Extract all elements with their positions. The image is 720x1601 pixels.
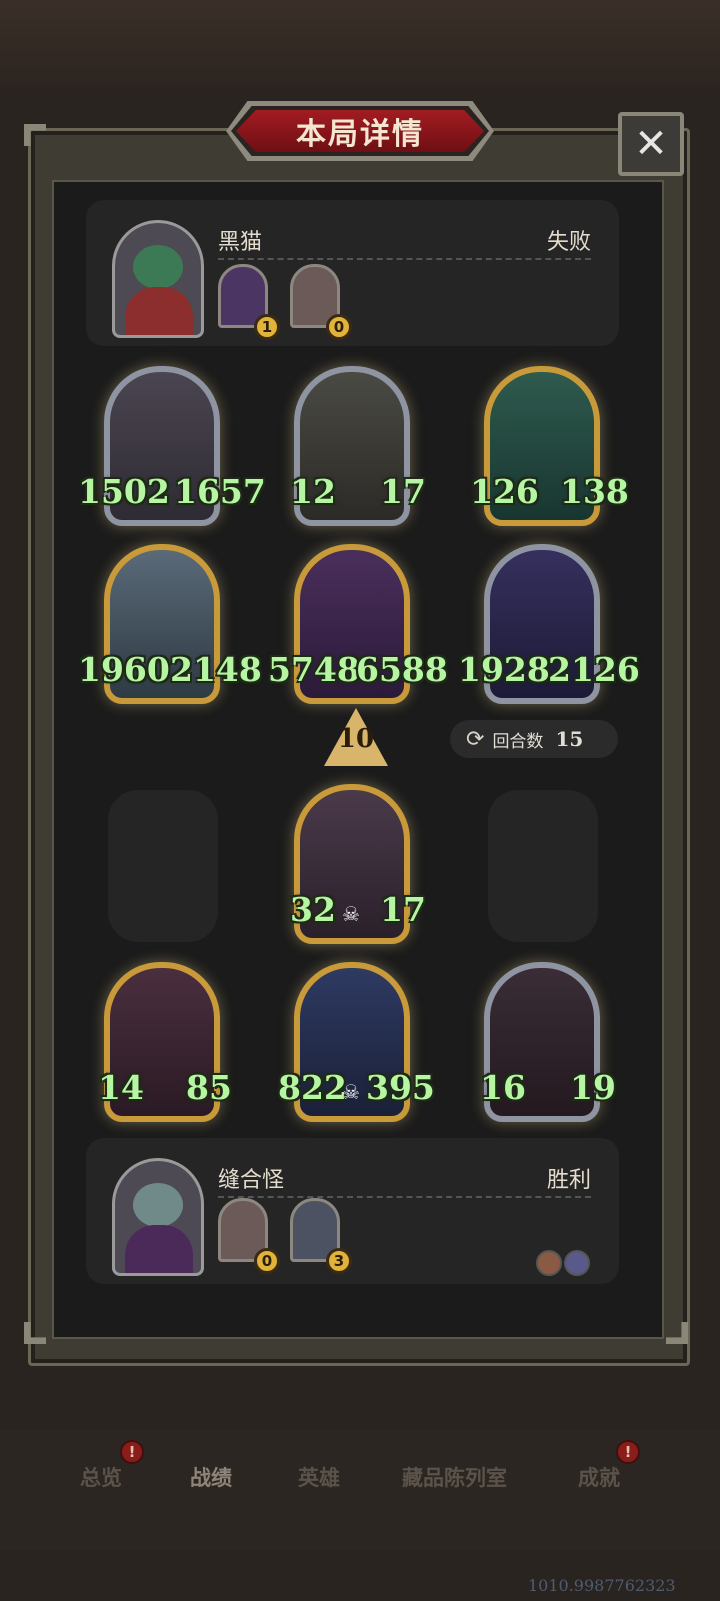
title-banner: 本局详情 [226, 101, 494, 161]
top-background [0, 0, 720, 90]
item-count-badge: 1 [254, 314, 280, 340]
minion-health: 85 [186, 1068, 232, 1107]
minion-health: 17 [380, 472, 426, 511]
item-count-badge: 3 [326, 1248, 352, 1274]
minion-attack: 126 [470, 472, 539, 511]
nav-achievements[interactable]: 成就 [578, 1462, 620, 1492]
fist-token-icon [564, 1250, 590, 1276]
minion-health: 395 [366, 1068, 435, 1107]
minion-health: 138 [560, 472, 629, 511]
item-count-badge: 0 [326, 314, 352, 340]
divider [218, 1196, 591, 1198]
page-title: 本局详情 [236, 110, 484, 152]
minion-health: 2148 [170, 650, 262, 689]
minion-health: 6588 [356, 650, 448, 689]
minion-attack: 12 [290, 472, 336, 511]
player-name: 缝合怪 [218, 1168, 285, 1193]
nav-overview[interactable]: 总览 [80, 1462, 122, 1492]
minion-attack: 1502 [78, 472, 170, 511]
player-result: 胜利 [546, 1168, 591, 1193]
minion-attack: 32 [290, 890, 336, 929]
user-id: 1010.9987762323 [528, 1576, 676, 1595]
divider [218, 258, 591, 260]
alert-badge: ! [616, 1440, 640, 1464]
minion-attack: 822 [278, 1068, 347, 1107]
item-count-badge: 0 [254, 1248, 280, 1274]
tavern-level-value: 10 [337, 724, 375, 754]
minion-attack: 1928 [458, 650, 550, 689]
skull-icon: ☠ [342, 902, 360, 926]
opponent-name: 黑猫 [218, 230, 263, 255]
cycle-icon: ⟳ [466, 726, 485, 752]
nav-heroes[interactable]: 英雄 [298, 1462, 340, 1492]
player-avatar[interactable] [112, 1158, 204, 1276]
minion-attack: 16 [480, 1068, 526, 1107]
opponent-info-card: 黑猫 失败 1 0 [86, 200, 619, 346]
empty-slot [108, 790, 218, 942]
minion-health: 2126 [548, 650, 640, 689]
opponent-avatar[interactable] [112, 220, 204, 338]
minion-health: 1657 [174, 472, 266, 511]
rounds-pill: ⟳ 回合数 15 [450, 720, 618, 758]
minion-attack: 14 [98, 1068, 144, 1107]
tavern-level-indicator: 10 [324, 708, 388, 766]
bronze-token-icon [536, 1250, 562, 1276]
minion-health: 19 [570, 1068, 616, 1107]
skull-icon: ☠ [342, 1080, 360, 1104]
minion-attack: 1960 [78, 650, 170, 689]
minion-attack: 5748 [268, 650, 360, 689]
rounds-label: 回合数 [492, 731, 544, 752]
opponent-result: 失败 [546, 230, 591, 255]
nav-collection[interactable]: 藏品陈列室 [402, 1462, 507, 1492]
player-info-card: 缝合怪 胜利 0 3 [86, 1138, 619, 1284]
rounds-value: 15 [555, 727, 584, 751]
minion-health: 17 [380, 890, 426, 929]
empty-slot [488, 790, 598, 942]
alert-badge: ! [120, 1440, 144, 1464]
nav-records[interactable]: 战绩 [190, 1462, 232, 1492]
close-button[interactable]: ✕ [618, 112, 684, 176]
